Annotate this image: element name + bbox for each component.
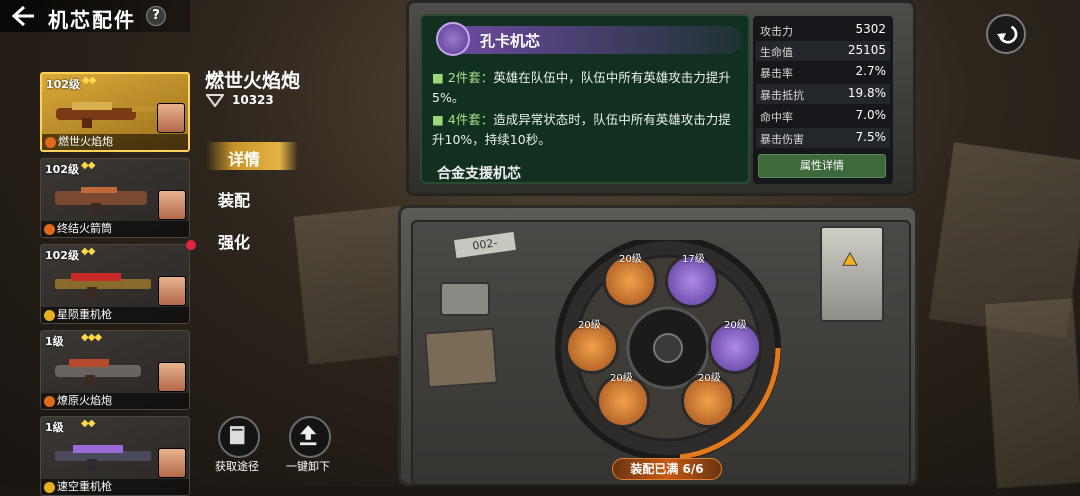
unload-all-button[interactable] — [289, 416, 331, 458]
fire-element-icon — [44, 396, 55, 407]
page-title: 机芯配件 — [48, 8, 136, 32]
stat-value: 5302 — [855, 22, 886, 36]
slot-level: 20级 — [610, 373, 633, 384]
stat-row: 暴击抵抗 19.8% — [756, 84, 890, 104]
stat-row: 暴击率 2.7% — [756, 62, 890, 82]
stat-key: 暴击抵抗 — [760, 89, 804, 102]
set-bonus-2: ■ 2件套：英雄在队伍中，队伍中所有英雄攻击力提升5%。 — [432, 68, 742, 108]
fire-element-icon — [44, 224, 55, 235]
equip-status-banner: 装配已满 6/6 — [612, 458, 722, 480]
weapon-stars: ◆◆ — [81, 246, 95, 257]
lightning-element-icon — [44, 482, 55, 493]
stat-row: 攻击力 5302 — [756, 20, 890, 40]
chip-sub-title: 合金支援机芯 — [437, 166, 521, 181]
hero-avatar — [158, 276, 186, 306]
power-icon — [206, 94, 224, 107]
unload-all-label: 一键卸下 — [286, 460, 330, 473]
weapon-name: 燃世火焰炮 — [58, 135, 113, 148]
obtain-button[interactable] — [218, 416, 260, 458]
rocket-launcher-icon — [55, 187, 147, 213]
stat-key: 生命值 — [760, 46, 793, 59]
stat-key: 暴击伤害 — [760, 133, 804, 146]
stat-key: 攻击力 — [760, 25, 793, 38]
weapon-name: 速空重机枪 — [57, 480, 112, 493]
weapon-card[interactable]: 1级 ◆◆ 速空重机枪 — [40, 416, 190, 496]
upload-arrow-icon — [300, 425, 317, 446]
stat-row: 生命值 25105 — [756, 41, 890, 61]
weapon-level: 102级 — [45, 249, 79, 262]
weapon-level: 1级 — [45, 335, 64, 348]
bullet-icon: ■ — [432, 70, 444, 85]
stat-value: 7.0% — [855, 108, 887, 122]
photo-icon — [424, 327, 498, 389]
stat-value: 7.5% — [855, 130, 887, 144]
weapon-stars: ◆◆◆ — [81, 332, 102, 343]
weapon-stars: ◆◆ — [82, 75, 96, 86]
case-latch — [820, 226, 884, 322]
notification-dot — [186, 240, 196, 250]
tab-enhance[interactable]: 强化 — [218, 229, 250, 253]
back-icon[interactable] — [10, 4, 36, 28]
help-icon[interactable]: ? — [146, 6, 166, 26]
set-bonus-4: ■ 4件套：造成异常状态时，队伍中所有英雄攻击力提升10%，持续10秒。 — [432, 110, 742, 150]
slot-level: 20级 — [724, 320, 747, 331]
flamethrower-icon — [56, 102, 156, 128]
slot-level: 17级 — [682, 254, 705, 265]
warning-icon — [842, 252, 858, 266]
weapon-card[interactable]: 102级 ◆◆ 燃世火焰炮 — [40, 72, 190, 152]
weapon-card[interactable]: 1级 ◆◆◆ 燎原火焰炮 — [40, 330, 190, 410]
weapon-name: 星陨重机枪 — [57, 308, 112, 321]
book-icon — [229, 426, 245, 445]
stat-value: 19.8% — [847, 86, 886, 100]
stat-key: 暴击率 — [760, 67, 793, 80]
weapon-level: 102级 — [45, 163, 79, 176]
hero-avatar — [157, 103, 185, 133]
weapon-level: 1级 — [45, 421, 64, 434]
stat-value: 25105 — [847, 43, 886, 57]
set2-label: 2件套： — [447, 70, 494, 85]
obtain-label: 获取途径 — [215, 460, 259, 473]
weapon-name: 终结火箭筒 — [57, 222, 112, 235]
slot-level: 20级 — [578, 320, 601, 331]
slot-level: 20级 — [619, 254, 642, 265]
chip-avatar-icon — [436, 22, 470, 56]
machine-gun-icon — [55, 445, 151, 471]
hero-avatar — [158, 448, 186, 478]
hero-avatar — [158, 362, 186, 392]
chip-name: 孔卡机芯 — [480, 32, 541, 50]
weapon-stars: ◆◆ — [81, 418, 95, 429]
lightning-element-icon — [44, 310, 55, 321]
hero-avatar — [158, 190, 186, 220]
weapon-power: 10323 — [232, 93, 274, 107]
tab-detail[interactable]: 详情 — [228, 146, 260, 170]
return-arrow-icon — [997, 25, 1018, 44]
weapon-name: 燎原火焰炮 — [57, 394, 112, 407]
return-button[interactable] — [986, 14, 1026, 54]
tab-equip[interactable]: 装配 — [218, 187, 250, 211]
weapon-stars: ◆◆ — [81, 160, 95, 171]
weapon-card[interactable]: 102级 ◆◆ 终结火箭筒 — [40, 158, 190, 238]
flamethrower-icon — [55, 359, 141, 385]
weapon-title: 燃世火焰炮 — [205, 70, 301, 92]
stat-row: 暴击伤害 7.5% — [756, 128, 890, 148]
machine-gun-icon — [55, 273, 151, 299]
weapon-card[interactable]: 102级 ◆◆ 星陨重机枪 — [40, 244, 190, 324]
stat-row: 命中率 7.0% — [756, 106, 890, 126]
fire-element-icon — [45, 137, 56, 148]
weapon-level: 102级 — [46, 78, 80, 91]
stat-key: 命中率 — [760, 111, 793, 124]
attribute-details-button[interactable]: 属性详情 — [758, 154, 886, 178]
background-paper — [983, 297, 1080, 489]
gauge-icon — [440, 282, 490, 316]
slot-level: 20级 — [698, 373, 721, 384]
set4-label: 4件套： — [447, 112, 494, 127]
stat-value: 2.7% — [855, 64, 887, 78]
bullet-icon: ■ — [432, 112, 444, 127]
